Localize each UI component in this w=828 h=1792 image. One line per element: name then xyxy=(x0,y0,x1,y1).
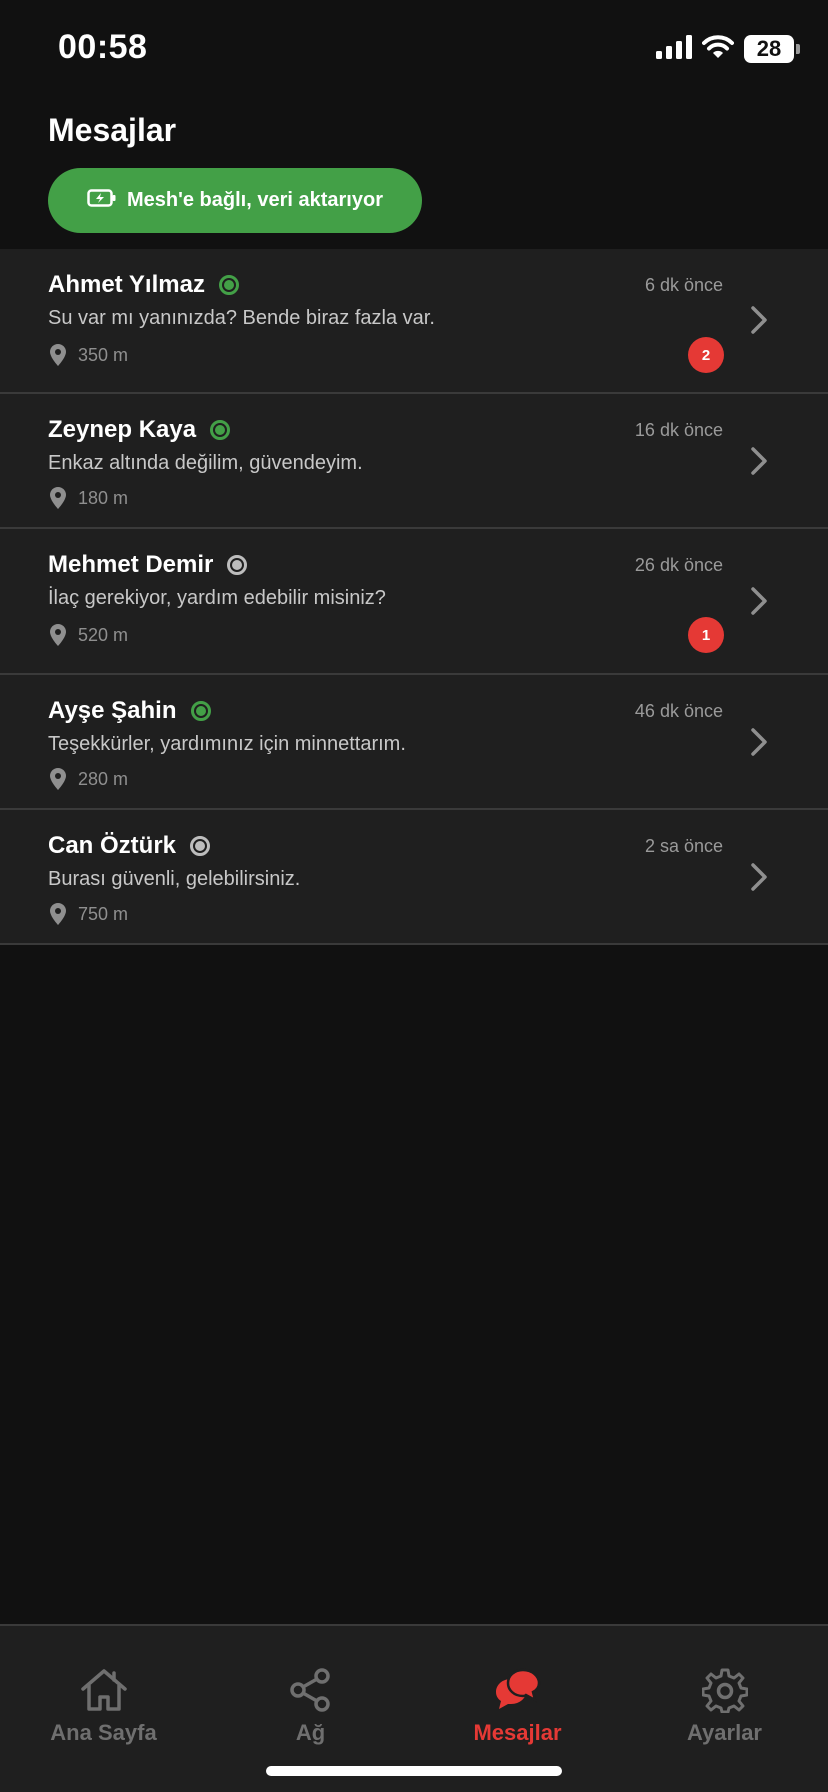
tab-label: Ayarlar xyxy=(686,1720,762,1745)
message-time: 2 sa önce xyxy=(644,836,723,856)
distance-value: 750 m xyxy=(78,903,129,924)
distance-info: 180 m xyxy=(50,487,128,509)
offline-status-icon xyxy=(227,555,248,575)
location-pin-icon xyxy=(50,344,66,366)
location-pin-icon xyxy=(50,487,66,509)
home-icon xyxy=(78,1666,130,1714)
chat-list: Ahmet Yılmaz 6 dk önce Su var mı yanınız… xyxy=(0,249,828,945)
message-preview: İlaç gerekiyor, yardım edebilir misiniz? xyxy=(48,587,386,609)
mesh-status-badge[interactable]: Mesh'e bağlı, veri aktarıyor xyxy=(48,168,422,233)
chat-bubbles-icon xyxy=(492,1666,544,1714)
contact-name: Can Öztürk xyxy=(48,832,177,859)
chat-row-ahmet[interactable]: Ahmet Yılmaz 6 dk önce Su var mı yanınız… xyxy=(0,249,828,394)
distance-info: 750 m xyxy=(50,903,128,925)
chat-row-ayse[interactable]: Ayşe Şahin 46 dk önce Teşekkürler, yardı… xyxy=(0,675,828,810)
contact-name: Mehmet Demir xyxy=(48,551,214,578)
share-network-icon xyxy=(285,1666,337,1714)
mesh-status-label: Mesh'e bağlı, veri aktarıyor xyxy=(127,189,383,211)
battery-charging-icon xyxy=(87,188,117,214)
message-preview: Enkaz altında değilim, güvendeyim. xyxy=(48,452,363,474)
contact-name: Ahmet Yılmaz xyxy=(48,271,205,298)
distance-value: 350 m xyxy=(78,344,129,365)
tab-label: Mesajlar xyxy=(473,1720,562,1745)
gear-icon xyxy=(699,1666,751,1714)
home-indicator[interactable] xyxy=(266,1766,562,1776)
message-time: 16 dk önce xyxy=(634,420,723,440)
page-title: Mesajlar xyxy=(48,112,177,148)
cellular-signal-icon xyxy=(656,34,692,64)
contact-name: Ayşe Şahin xyxy=(48,697,177,724)
online-status-icon xyxy=(218,275,239,295)
offline-status-icon xyxy=(190,836,211,856)
tab-label: Ana Sayfa xyxy=(50,1720,157,1745)
distance-value: 180 m xyxy=(78,487,129,508)
tab-label: Ağ xyxy=(295,1720,326,1745)
tab-ayarlar[interactable]: Ayarlar xyxy=(621,1626,828,1746)
distance-info: 520 m xyxy=(50,624,128,646)
battery-icon: 28 xyxy=(744,35,800,63)
tab-mesajlar[interactable]: Mesajlar xyxy=(414,1626,621,1746)
wifi-icon xyxy=(702,34,734,64)
location-pin-icon xyxy=(50,903,66,925)
chevron-right-icon xyxy=(751,306,767,334)
chat-row-can[interactable]: Can Öztürk 2 sa önce Burası güvenli, gel… xyxy=(0,810,828,945)
chat-row-zeynep[interactable]: Zeynep Kaya 16 dk önce Enkaz altında değ… xyxy=(0,394,828,529)
message-time: 6 dk önce xyxy=(644,275,723,295)
message-preview: Su var mı yanınızda? Bende biraz fazla v… xyxy=(48,307,435,329)
location-pin-icon xyxy=(50,768,66,790)
status-icons: 28 xyxy=(656,34,800,64)
message-time: 26 dk önce xyxy=(634,555,723,575)
online-status-icon xyxy=(210,420,231,440)
battery-level: 28 xyxy=(756,36,782,61)
unread-count-badge: 1 xyxy=(688,617,724,653)
distance-info: 280 m xyxy=(50,768,128,790)
unread-count-badge: 2 xyxy=(688,337,724,373)
chevron-right-icon xyxy=(751,447,767,475)
message-preview: Burası güvenli, gelebilirsiniz. xyxy=(48,868,301,890)
chat-row-mehmet[interactable]: Mehmet Demir 26 dk önce İlaç gerekiyor, … xyxy=(0,529,828,675)
chevron-right-icon xyxy=(751,863,767,891)
tab-ag[interactable]: Ağ xyxy=(207,1626,414,1746)
distance-info: 350 m xyxy=(50,344,128,366)
location-pin-icon xyxy=(50,624,66,646)
online-status-icon xyxy=(190,701,211,721)
message-preview: Teşekkürler, yardımınız için minnettarım… xyxy=(48,733,406,755)
distance-value: 280 m xyxy=(78,768,129,789)
tab-ana-sayfa[interactable]: Ana Sayfa xyxy=(0,1626,207,1746)
chevron-right-icon xyxy=(751,587,767,615)
status-time: 00:58 xyxy=(58,28,148,66)
chevron-right-icon xyxy=(751,728,767,756)
status-bar: 00:58 28 xyxy=(0,0,828,100)
messages-screen: 00:58 28 Mesajlar Mesh'e bağlı, veri akt… xyxy=(0,0,828,1792)
contact-name: Zeynep Kaya xyxy=(48,416,197,443)
message-time: 46 dk önce xyxy=(634,701,723,721)
distance-value: 520 m xyxy=(78,624,129,645)
